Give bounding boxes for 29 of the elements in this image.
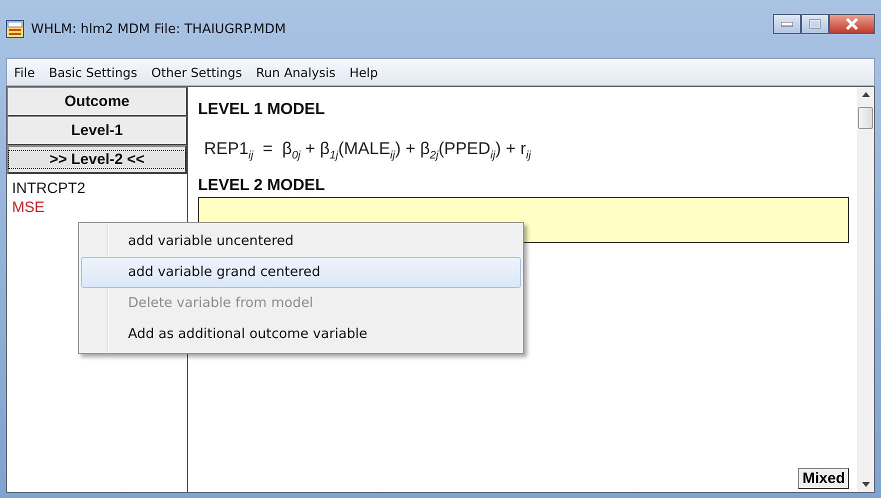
vertical-scrollbar[interactable]	[857, 87, 874, 492]
level1-equation: REP1$_{ij}$ = β$_{0j}$ + β$_{1j}$(MALE$_{ij}$) + β$_{2j}$(PPED$_{ij}$) + r$_{ij}$	[204, 139, 532, 162]
variable-item[interactable]: MSE	[12, 198, 182, 217]
menu-item[interactable]: Run Analysis	[249, 64, 342, 80]
scroll-down-icon[interactable]	[862, 482, 870, 487]
app-icon	[6, 20, 24, 38]
level-tab[interactable]: >> Level-2 <<	[7, 145, 187, 174]
level2-heading: LEVEL 2 MODEL	[198, 177, 326, 196]
context-menu-item[interactable]: Add as additional outcome variable	[81, 319, 521, 350]
minimize-button[interactable]	[773, 14, 801, 34]
window-title: WHLM: hlm2 MDM File: THAIUGRP.MDM	[31, 22, 286, 36]
level-tab[interactable]: Level-1	[7, 116, 187, 145]
close-icon	[845, 18, 859, 30]
mixed-button[interactable]: Mixed	[798, 468, 849, 489]
level-tab[interactable]: Outcome	[7, 87, 187, 116]
menu-item[interactable]: File	[7, 64, 42, 80]
maximize-icon	[809, 19, 821, 29]
menu-item[interactable]: Basic Settings	[42, 64, 144, 80]
scroll-up-icon[interactable]	[862, 92, 870, 97]
menu-item[interactable]: Help	[342, 64, 385, 80]
scroll-thumb[interactable]	[858, 107, 873, 129]
maximize-button[interactable]	[801, 14, 829, 34]
context-menu-item[interactable]: add variable uncentered	[81, 226, 521, 257]
minimize-icon	[781, 22, 793, 26]
context-menu-item[interactable]: add variable grand centered	[81, 257, 521, 288]
variable-item[interactable]: INTRCPT2	[12, 179, 182, 198]
menu-item[interactable]: Other Settings	[144, 64, 250, 80]
level1-heading: LEVEL 1 MODEL	[198, 101, 326, 119]
close-button[interactable]	[829, 14, 875, 34]
